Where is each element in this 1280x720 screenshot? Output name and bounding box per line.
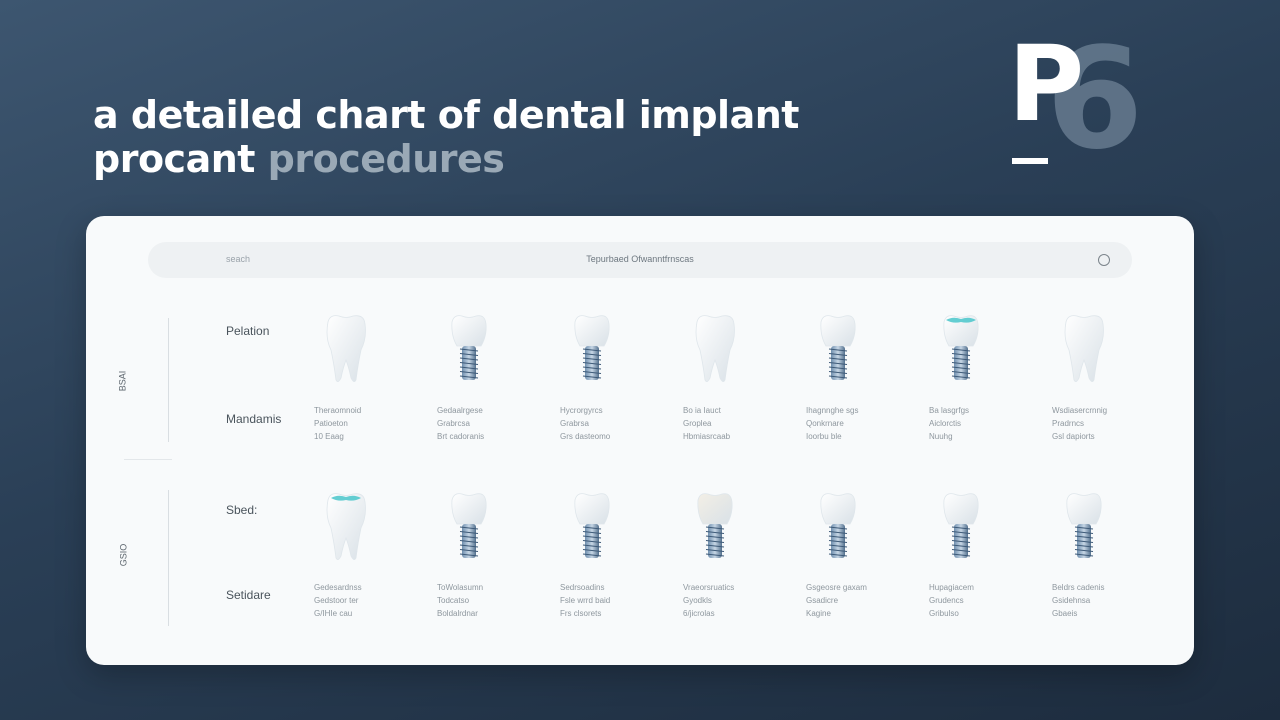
tooth-caption: Theraomnoid Patioeton 10 Eaag [314,404,361,443]
tooth-caption-line: Ioorbu ble [806,432,842,441]
tooth-caption-line: G/IHIe cau [314,609,353,618]
tooth-caption-line: Ihagnnghe sgs [806,406,859,415]
tooth-caption: Hupagiacem Grudencs Gribulso [929,581,974,620]
tooth-caption: Wsdiasercrnnig Pradrncs Gsl dapiorts [1052,404,1107,443]
tooth-caption-line: Hycrorgyrcs [560,406,603,415]
implant-tooth-icon [689,490,741,571]
implant-tooth-icon [1058,490,1110,571]
implant-tooth-icon [935,490,987,571]
tooth-icon [320,312,372,393]
tooth-caption: Gedesardnss Gedstoor ter G/IHIe cau [314,581,362,620]
page-title-line-2: procant procedures [93,137,505,181]
tooth-caption-line: Boldalrdnar [437,609,478,618]
tooth-caption-line: Patioeton [314,419,348,428]
page-title-line-1: a detailed chart of dental implant [93,93,799,137]
tooth-caption-line: Gyodkls [683,596,712,605]
tooth-caption-line: Groplea [683,419,712,428]
row-label: Setidare [226,588,271,602]
tooth-caption-line: Qonkrnare [806,419,844,428]
search-bar-title: Tepurbaed Ofwanntfrnscas [586,254,694,264]
circle-icon[interactable] [1098,254,1110,266]
logo-letter: P [1008,23,1085,145]
tooth-caption-line: Gsadicre [806,596,839,605]
implant-tooth-icon [812,490,864,571]
group-divider-vertical [168,318,169,442]
tooth-caption-line: Gedstoor ter [314,596,359,605]
tooth-caption-line: Grudencs [929,596,964,605]
chart-card: seach Tepurbaed Ofwanntfrnscas BSAI GSIO… [86,216,1194,665]
title-word-muted: procedures [267,137,505,181]
tooth-caption: Hycrorgyrcs Grabrsa Grs dasteomo [560,404,610,443]
tooth-caption-line: Grabrsa [560,419,589,428]
tooth-caption-line: Gsgeosre gaxam [806,583,867,592]
tooth-caption-line: Ba lasgrfgs [929,406,970,415]
implant-tooth-icon [935,312,987,393]
row-label: Pelation [226,324,270,338]
tooth-caption-line: Vraeorsruatics [683,583,735,592]
tooth-caption-line: Gsidehnsa [1052,596,1091,605]
brand-logo: 6 P [1008,30,1168,174]
tooth-caption: Vraeorsruatics Gyodkls 6/jicrolas [683,581,734,620]
tooth-caption-line: Nuuhg [929,432,953,441]
implant-tooth-icon [566,312,618,393]
tooth-caption-line: Pradrncs [1052,419,1085,428]
tooth-icon [320,490,372,571]
tooth-caption: Beldrs cadenis Gsidehnsa Gbaeis [1052,581,1104,620]
tooth-caption: Sedrsoadins Fsle wrrd baid Frs clsorets [560,581,610,620]
tooth-caption: Ihagnnghe sgs Qonkrnare Ioorbu ble [806,404,859,443]
group-label: GSIO [118,543,129,567]
tooth-caption-line: Hupagiacem [929,583,974,592]
tooth-caption-line: Hbmiasrcaab [683,432,731,441]
group-label: BSAI [117,370,128,392]
tooth-caption-line: 10 Eaag [314,432,344,441]
tooth-caption-line: Frs clsorets [560,609,602,618]
tooth-caption-line: Brt cadoranis [437,432,485,441]
logo-underline [1012,158,1048,164]
tooth-caption-line: Bo ia Iauct [683,406,721,415]
title-word-main: procant [93,137,255,181]
implant-tooth-icon [443,490,495,571]
tooth-caption-line: Todcatso [437,596,470,605]
tooth-icon [689,312,741,393]
tooth-caption-line: 6/jicrolas [683,609,715,618]
tooth-caption-line: Theraomnoid [314,406,362,415]
tooth-caption: Gedaalrgese Grabrcsa Brt cadoranis [437,404,484,443]
tooth-caption: Ba lasgrfgs Aiclorctis Nuuhg [929,404,969,443]
group-divider-vertical [168,490,169,626]
implant-tooth-icon [443,312,495,393]
tooth-caption-line: Beldrs cadenis [1052,583,1105,592]
tooth-caption: Gsgeosre gaxam Gsadicre Kagine [806,581,867,620]
tooth-caption-line: Gribulso [929,609,959,618]
tooth-caption: ToWolasumn Todcatso Boldalrdnar [437,581,483,620]
search-bar[interactable]: seach Tepurbaed Ofwanntfrnscas [148,242,1132,278]
tooth-caption-line: Gedesardnss [314,583,362,592]
row-label: Sbed: [226,503,258,517]
implant-tooth-icon [566,490,618,571]
tooth-caption-line: Gbaeis [1052,609,1078,618]
tooth-caption-line: Aiclorctis [929,419,962,428]
group-divider-horizontal [124,459,172,460]
tooth-caption-line: Fsle wrrd baid [560,596,611,605]
tooth-caption-line: Grs dasteomo [560,432,611,441]
tooth-caption-line: Gsl dapiorts [1052,432,1095,441]
tooth-icon [1058,312,1110,393]
tooth-caption: Bo ia Iauct Groplea Hbmiasrcaab [683,404,730,443]
implant-tooth-icon [812,312,864,393]
tooth-caption-line: Sedrsoadins [560,583,605,592]
tooth-caption-line: Kagine [806,609,831,618]
tooth-caption-line: Grabrcsa [437,419,470,428]
tooth-caption-line: ToWolasumn [437,583,484,592]
row-label: Mandamis [226,412,282,426]
tooth-caption-line: Wsdiasercrnnig [1052,406,1108,415]
tooth-caption-line: Gedaalrgese [437,406,483,415]
